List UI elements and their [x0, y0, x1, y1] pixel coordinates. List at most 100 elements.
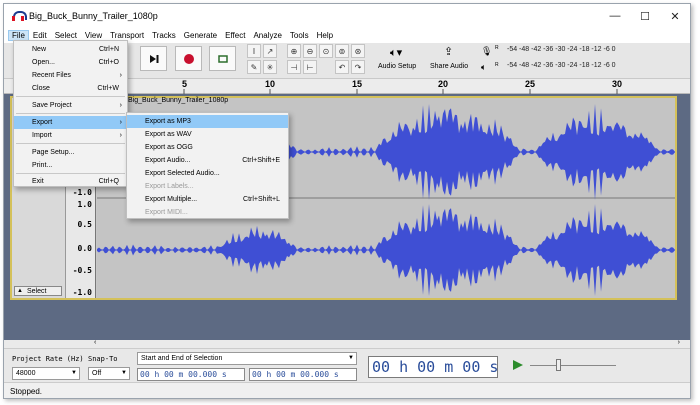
- status-text: Stopped.: [10, 387, 43, 396]
- file-menu-save-project[interactable]: Save Project ›: [14, 99, 127, 112]
- y-axis-label: -1.0: [72, 288, 92, 297]
- menu-item-label: Export MIDI...: [145, 209, 188, 216]
- scroll-left-icon[interactable]: ‹: [94, 339, 96, 346]
- menu-tools[interactable]: Tools: [286, 30, 313, 41]
- file-menu-close[interactable]: Close Ctrl+W: [14, 82, 127, 95]
- submenu-arrow-icon: ›: [119, 119, 122, 126]
- playback-meter-scale[interactable]: -54 -48 -42 -36 -30 -24 -18 -12 -6 0: [507, 62, 616, 69]
- file-menu-print[interactable]: Print...: [14, 159, 127, 172]
- file-menu-exit[interactable]: Exit Ctrl+Q: [14, 175, 127, 188]
- silence-icon: ⊢: [306, 62, 314, 72]
- menu-item-shortcut: Ctrl+Shift+L: [243, 196, 280, 203]
- fit-selection-button[interactable]: ⊙: [319, 44, 333, 58]
- menu-item-label: Export Audio...: [145, 157, 191, 164]
- menu-item-shortcut: Ctrl+Q: [98, 178, 119, 185]
- selection-start-time[interactable]: 00 h 00 m 00.000 s: [137, 368, 245, 381]
- skip-end-button[interactable]: [140, 46, 167, 71]
- ruler-label: 10: [265, 79, 276, 89]
- maximize-button[interactable]: ☐: [630, 4, 660, 28]
- zoom-toggle-button[interactable]: ⊛: [351, 44, 365, 58]
- ruler-label: 25: [525, 79, 536, 89]
- project-rate-select[interactable]: 48000 ▼: [12, 367, 80, 380]
- playback-meter-r-label: R: [495, 62, 499, 68]
- close-button[interactable]: ✕: [660, 4, 690, 28]
- silence-button[interactable]: ⊢: [303, 60, 317, 74]
- menu-item-label: Page Setup...: [32, 149, 75, 156]
- trim-icon: ⊣: [290, 62, 298, 72]
- fit-project-button[interactable]: ⊚: [335, 44, 349, 58]
- speed-slider-thumb[interactable]: [556, 359, 561, 371]
- redo-button[interactable]: ↷: [351, 60, 365, 74]
- scroll-right-icon[interactable]: ›: [678, 339, 680, 346]
- trim-button[interactable]: ⊣: [287, 60, 301, 74]
- menu-effect[interactable]: Effect: [221, 30, 249, 41]
- menu-item-label: Export Labels...: [145, 183, 194, 190]
- envelope-tool-button[interactable]: ↗: [263, 44, 277, 58]
- speaker-icon: 🔈︎▾: [390, 47, 403, 59]
- loop-button[interactable]: [209, 46, 236, 71]
- selection-tool-button[interactable]: I: [247, 44, 261, 58]
- export-audio[interactable]: Export Audio... Ctrl+Shift+E: [127, 154, 288, 167]
- track-select-button[interactable]: ▲ Select: [14, 286, 62, 296]
- chevron-down-icon: ▼: [71, 370, 77, 376]
- menu-item-label: Save Project: [32, 102, 72, 109]
- export-as-ogg[interactable]: Export as OGG: [127, 141, 288, 154]
- export-midi: Export MIDI...: [127, 206, 288, 219]
- share-audio-button[interactable]: ⇪ Share Audio: [428, 44, 472, 74]
- zoom-out-button[interactable]: ⊖: [303, 44, 317, 58]
- menu-item-shortcut: Ctrl+O: [98, 59, 119, 66]
- minimize-button[interactable]: —: [600, 4, 630, 28]
- track-name-label[interactable]: Big_Buck_Bunny_Trailer_1080p: [128, 97, 228, 104]
- microphone-icon[interactable]: 🎙︎: [481, 46, 492, 57]
- submenu-arrow-icon: ›: [119, 72, 122, 79]
- share-icon: ⇪: [444, 46, 454, 58]
- file-menu-new[interactable]: New Ctrl+N: [14, 43, 127, 56]
- file-menu-recent-files[interactable]: Recent Files ›: [14, 69, 127, 82]
- y-axis-label: 1.0: [77, 200, 92, 209]
- cursor-icon: I: [252, 46, 256, 56]
- record-meter-r-label: R: [495, 45, 499, 51]
- envelope-icon: ↗: [266, 46, 274, 56]
- file-menu-export[interactable]: Export ›: [14, 116, 127, 129]
- selection-end-time[interactable]: 00 h 00 m 00.000 s: [249, 368, 357, 381]
- zoom-in-button[interactable]: ⊕: [287, 44, 301, 58]
- snap-to-label: Snap-To: [88, 355, 118, 363]
- ruler-label: 5: [182, 79, 188, 89]
- y-axis-label: -1.0: [72, 188, 92, 197]
- file-menu-page-setup[interactable]: Page Setup...: [14, 146, 127, 159]
- menu-generate[interactable]: Generate: [180, 30, 221, 41]
- undo-button[interactable]: ↶: [335, 60, 349, 74]
- project-rate-label: Project Rate (Hz): [12, 355, 84, 363]
- menu-tracks[interactable]: Tracks: [148, 30, 180, 41]
- snap-to-value: Off: [92, 370, 102, 377]
- menu-separator: [16, 113, 125, 114]
- multi-tool-button[interactable]: ✳: [263, 60, 277, 74]
- play-at-speed-control[interactable]: [510, 355, 690, 377]
- draw-tool-button[interactable]: ✎: [247, 60, 261, 74]
- skip-end-icon: [149, 54, 158, 63]
- audio-setup-button[interactable]: 🔈︎▾ Audio Setup: [376, 44, 422, 74]
- record-icon: [183, 53, 194, 64]
- record-meter-scale[interactable]: -54 -48 -42 -36 -30 -24 -18 -12 -6 0: [507, 46, 616, 53]
- title-bar: Big_Buck_Bunny_Trailer_1080p — ☐ ✕: [4, 4, 690, 28]
- playback-meter-icon[interactable]: 🔈︎: [481, 62, 486, 73]
- y-axis-label: 0.5: [77, 220, 92, 229]
- window-title: Big_Buck_Bunny_Trailer_1080p: [29, 11, 158, 21]
- export-as-mp3[interactable]: Export as MP3: [127, 115, 288, 128]
- file-menu-open[interactable]: Open... Ctrl+O: [14, 56, 127, 69]
- menu-analyze[interactable]: Analyze: [249, 30, 285, 41]
- speed-slider-track[interactable]: [530, 365, 616, 366]
- audio-position-display[interactable]: 00 h 00 m 00 s: [368, 356, 498, 378]
- menu-help[interactable]: Help: [313, 30, 337, 41]
- export-multiple[interactable]: Export Multiple... Ctrl+Shift+L: [127, 193, 288, 206]
- menu-item-shortcut: Ctrl+W: [97, 85, 119, 92]
- selection-mode-select[interactable]: Start and End of Selection ▼: [137, 352, 357, 365]
- file-menu-import[interactable]: Import ›: [14, 129, 127, 142]
- record-button[interactable]: [175, 46, 202, 71]
- snap-to-select[interactable]: Off ▼: [88, 367, 130, 380]
- export-as-wav[interactable]: Export as WAV: [127, 128, 288, 141]
- play-at-speed-icon[interactable]: [512, 359, 524, 371]
- export-labels: Export Labels...: [127, 180, 288, 193]
- export-selected-audio[interactable]: Export Selected Audio...: [127, 167, 288, 180]
- horizontal-scrollbar[interactable]: ‹ ›: [4, 339, 690, 348]
